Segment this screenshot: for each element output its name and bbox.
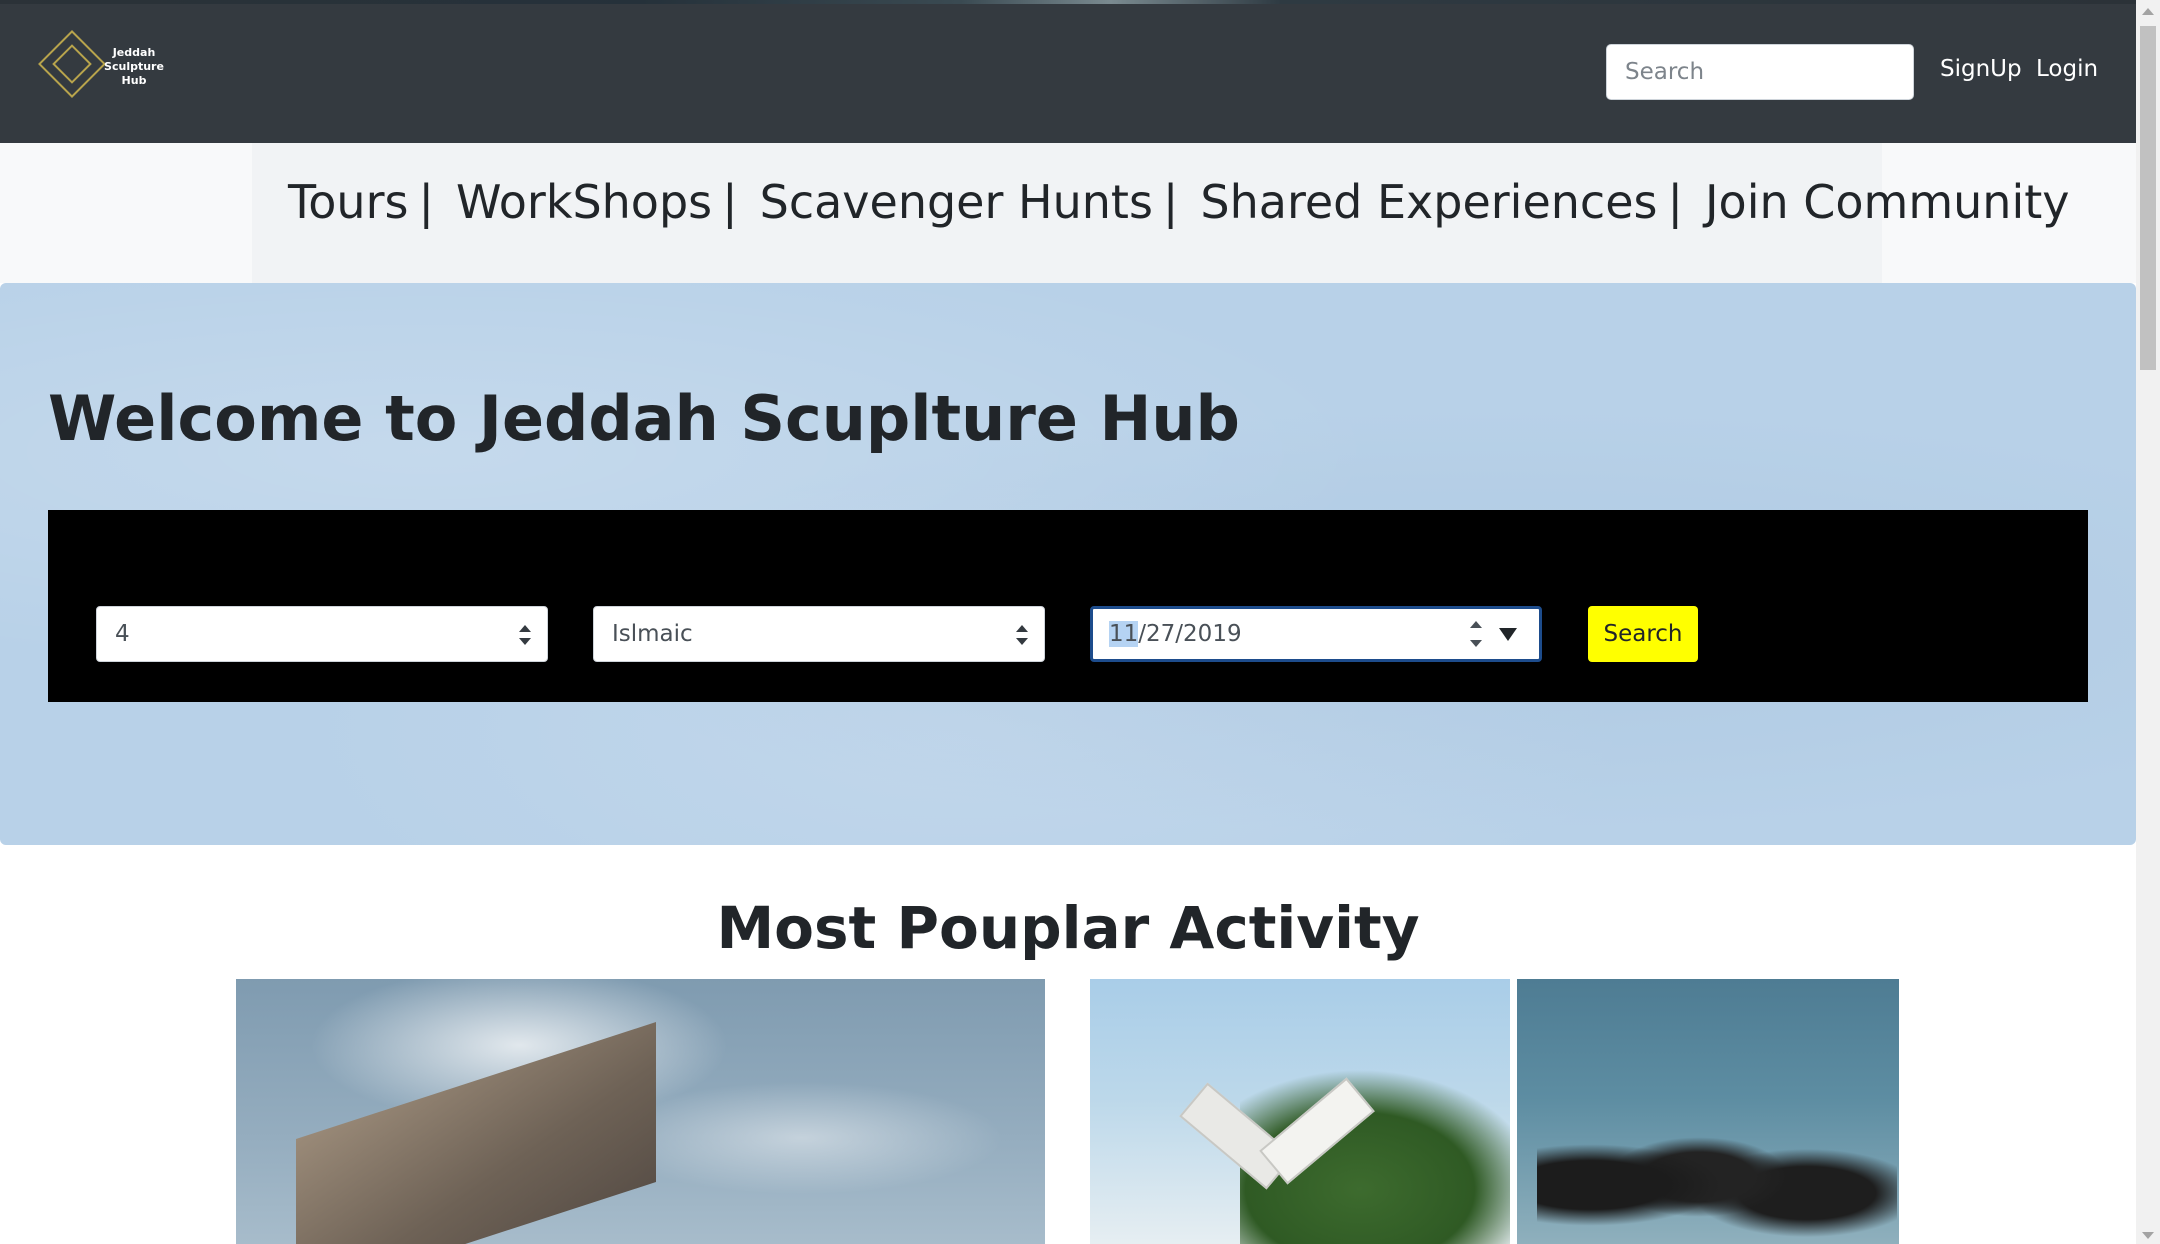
search-button[interactable]: Search: [1588, 606, 1698, 662]
nav-item-tours[interactable]: Tours: [288, 175, 408, 229]
nav-item-shared-experiences[interactable]: Shared Experiences: [1200, 175, 1657, 229]
nav-separator: |: [1667, 175, 1683, 229]
select-arrows-icon: [1016, 625, 1028, 645]
search-input[interactable]: [1606, 44, 1914, 100]
scroll-thumb[interactable]: [2140, 26, 2156, 370]
scroll-down-icon[interactable]: [2142, 1232, 2154, 1239]
scroll-up-icon[interactable]: [2142, 8, 2154, 15]
sculpture-slab-photo[interactable]: [236, 979, 1045, 1244]
nav-separator: |: [722, 175, 738, 229]
header-banner-strip: [0, 0, 2136, 4]
date-input[interactable]: 11/27/2019: [1090, 606, 1542, 662]
open-book-sculpture-photo[interactable]: [1090, 979, 1510, 1244]
select-arrows-icon: [519, 625, 531, 645]
spin-icon[interactable]: [1469, 617, 1483, 651]
category-select[interactable]: Islmaic: [593, 606, 1045, 662]
logo-text: Jeddah Sculpture Hub: [104, 46, 164, 87]
hero-title: Welcome to Jeddah Scuplture Hub: [48, 382, 1240, 455]
dropdown-icon[interactable]: [1499, 628, 1517, 641]
nav-item-join-community[interactable]: Join Community: [1705, 175, 2070, 229]
count-select[interactable]: 4: [96, 606, 548, 662]
category-select-value: Islmaic: [612, 621, 693, 647]
slab-sculpture-shape: [296, 1022, 656, 1244]
calligraphy-shape: [1537, 1089, 1897, 1244]
calligraphy-sculpture-photo[interactable]: [1517, 979, 1899, 1244]
site-logo[interactable]: Jeddah Sculpture Hub: [38, 30, 164, 100]
popular-title: Most Pouplar Activity: [716, 894, 1420, 962]
date-month-segment[interactable]: 11: [1109, 621, 1139, 647]
date-rest-segment[interactable]: /27/2019: [1138, 621, 1241, 647]
nav-item-scavenger-hunts[interactable]: Scavenger Hunts: [760, 175, 1153, 229]
nav-separator: |: [1162, 175, 1179, 229]
category-nav: Tours | WorkShops | Scavenger Hunts | Sh…: [288, 172, 2069, 232]
signup-link[interactable]: SignUp: [1940, 56, 2022, 82]
count-select-value: 4: [115, 621, 130, 647]
login-link[interactable]: Login: [2036, 56, 2098, 82]
nav-item-workshops[interactable]: WorkShops: [456, 175, 712, 229]
nav-separator: |: [418, 175, 434, 229]
page-scrollbar[interactable]: [2136, 0, 2160, 1244]
